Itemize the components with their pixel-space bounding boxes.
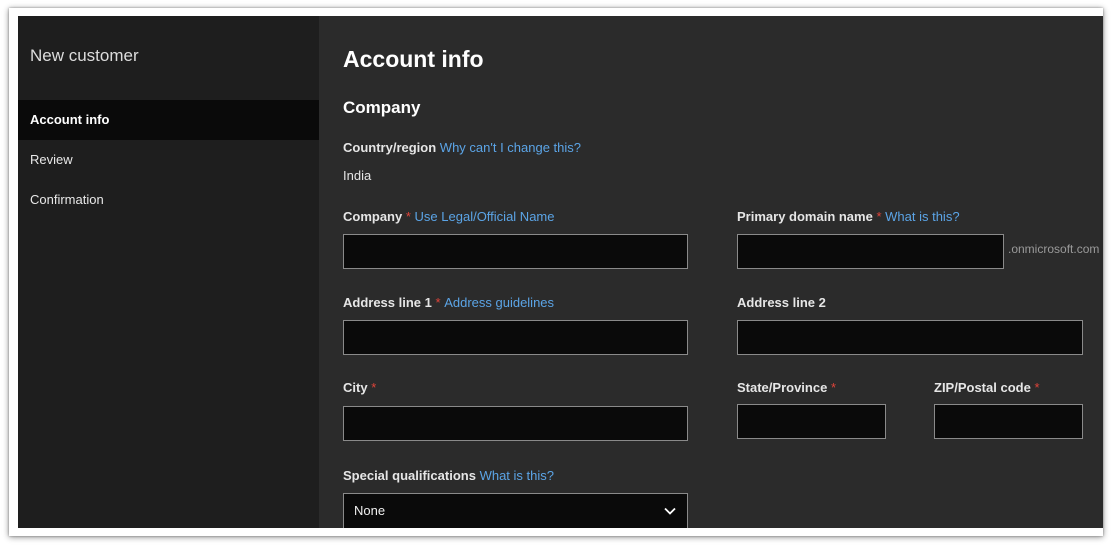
section-title: Company [343,98,421,117]
special-label: Special qualifications [343,468,476,483]
company-required-mark: * [405,209,411,224]
special-help-link[interactable]: What is this? [480,468,554,483]
address1-label: Address line 1 [343,295,432,310]
company-label: Company [343,209,403,224]
sidebar-item-account-info[interactable]: Account info [18,100,319,140]
country-label-row: Country/region Why can't I change this? [343,140,581,155]
primary-domain-input[interactable] [737,234,1004,269]
special-selected-value: None [354,503,386,518]
city-input[interactable] [343,406,688,441]
chevron-down-icon [664,507,676,515]
company-input[interactable] [343,234,688,269]
domain-label-row: Primary domain name * What is this? [737,209,960,224]
address2-label: Address line 2 [737,295,826,310]
zip-label: ZIP/Postal code [934,380,1031,395]
country-help-link[interactable]: Why can't I change this? [440,140,581,155]
address-guidelines-link[interactable]: Address guidelines [444,295,554,310]
window-frame: New customer Account info Review Confirm… [9,8,1103,536]
special-qualifications-select[interactable]: None [343,493,688,528]
city-required-mark: * [371,380,377,395]
country-value: India [343,168,372,183]
country-label: Country/region [343,140,437,155]
domain-required-mark: * [876,209,882,224]
company-label-row: Company * Use Legal/Official Name [343,209,554,224]
page-title: Account info [343,46,484,72]
state-required-mark: * [830,380,837,395]
zip-required-mark: * [1034,380,1040,395]
domain-label: Primary domain name [737,209,873,224]
special-label-row: Special qualifications What is this? [343,468,554,483]
address1-required-mark: * [435,295,441,310]
address1-label-row: Address line 1 * Address guidelines [343,295,554,310]
city-label-row: City * [343,380,376,395]
state-input[interactable] [737,404,886,439]
sidebar-title: New customer [30,46,139,65]
zip-label-row: ZIP/Postal code * [934,380,1040,395]
state-label: State/Province [737,380,828,395]
main-panel: Account info Company Country/region Why … [319,16,1103,528]
domain-suffix: .onmicrosoft.com [1008,242,1100,256]
domain-help-link[interactable]: What is this? [885,209,959,224]
zip-input[interactable] [934,404,1083,439]
city-label: City [343,380,368,395]
company-help-link[interactable]: Use Legal/Official Name [415,209,555,224]
address2-input[interactable] [737,320,1083,355]
sidebar: New customer Account info Review Confirm… [18,16,319,528]
address1-input[interactable] [343,320,688,355]
sidebar-item-confirmation[interactable]: Confirmation [18,180,319,220]
sidebar-item-review[interactable]: Review [18,140,319,180]
state-label-row: State/Province * [737,380,836,395]
